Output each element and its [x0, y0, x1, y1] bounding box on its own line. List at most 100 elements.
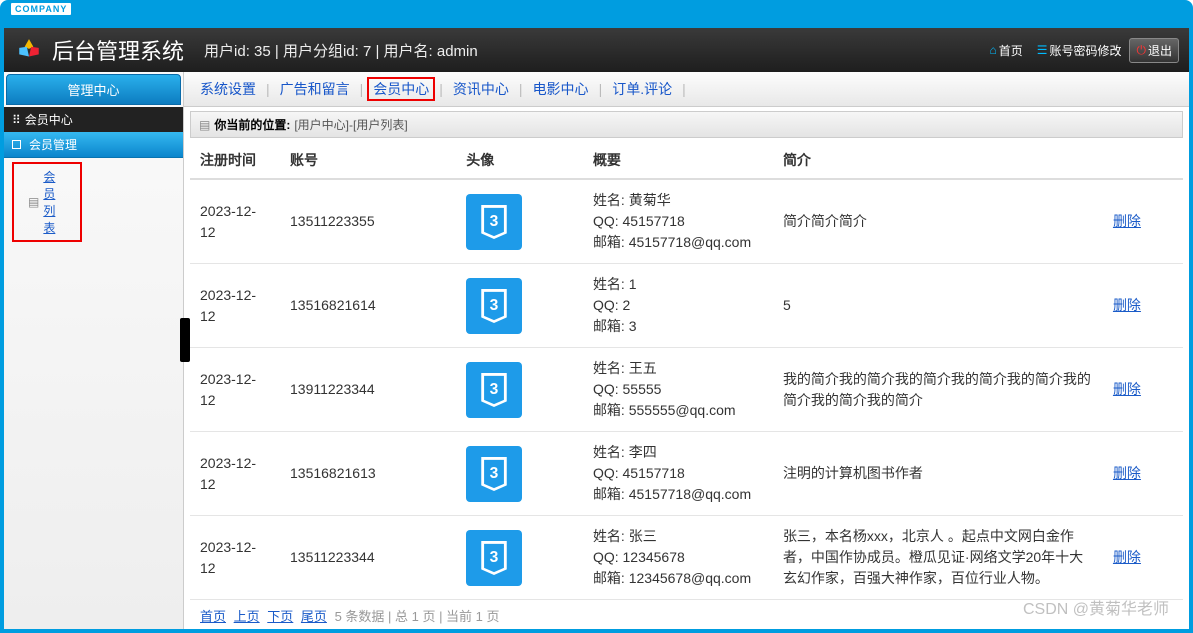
cell-account: 13516821614: [280, 264, 456, 348]
square-icon: [12, 140, 21, 149]
change-password-link[interactable]: ☰账号密码修改: [1031, 38, 1128, 63]
table-row: 2023-12-1213511223344 3 姓名: 张三 QQ: 1234567…: [190, 516, 1183, 600]
cell-account: 13511223344: [280, 516, 456, 600]
table-row: 2023-12-1213511223355 3 姓名: 黄菊华 QQ: 451577…: [190, 179, 1183, 264]
cell-actions: 删除: [1103, 348, 1183, 432]
table-row: 2023-12-1213516821613 3 姓名: 李四 QQ: 4515771…: [190, 432, 1183, 516]
pwd-label: 账号密码修改: [1049, 42, 1121, 59]
menubar: 系统设置 | 广告和留言 | 会员中心 | 资讯中心 | 电影中心 | 订单.评…: [184, 72, 1189, 107]
pager-last[interactable]: 尾页: [301, 609, 327, 624]
cell-actions: 删除: [1103, 264, 1183, 348]
sidebar-sub-member-mgmt[interactable]: 会员管理: [4, 132, 183, 158]
cell-avatar: 3: [456, 516, 583, 600]
menu-separator: |: [266, 81, 270, 97]
company-tag: COMPANY: [10, 2, 72, 16]
menu-separator: |: [519, 81, 523, 97]
table-header: 头像: [456, 142, 583, 179]
delete-link[interactable]: 删除: [1113, 381, 1141, 397]
sidebar-item-member-list[interactable]: ▤ 会员列表: [12, 162, 82, 242]
svg-text:3: 3: [490, 549, 499, 566]
sidebar: 管理中心 ⠿ 会员中心 会员管理 ▤ 会员列表: [4, 72, 184, 629]
cell-avatar: 3: [456, 432, 583, 516]
cell-date: 2023-12-12: [190, 516, 280, 600]
menu-item-1[interactable]: 广告和留言: [274, 77, 356, 101]
sidebar-item-label: 会员列表: [43, 168, 66, 236]
sidebar-tab[interactable]: 管理中心: [6, 74, 181, 105]
grid-icon: ⠿: [12, 113, 19, 127]
cell-avatar: 3: [456, 264, 583, 348]
delete-link[interactable]: 删除: [1113, 213, 1141, 229]
cell-date: 2023-12-12: [190, 432, 280, 516]
sidebar-group-label: 会员中心: [25, 111, 73, 128]
menu-item-0[interactable]: 系统设置: [194, 77, 262, 101]
list-icon: ☰: [1037, 43, 1048, 57]
table-row: 2023-12-1213911223344 3 姓名: 王五 QQ: 55555 邮…: [190, 348, 1183, 432]
cell-actions: 删除: [1103, 432, 1183, 516]
menu-separator: |: [360, 81, 364, 97]
cell-intro: 5: [773, 264, 1103, 348]
app-title: 后台管理系统: [52, 34, 184, 66]
menu-item-3[interactable]: 资讯中心: [447, 77, 515, 101]
table-header: 账号: [280, 142, 456, 179]
cell-actions: 删除: [1103, 516, 1183, 600]
menu-item-2[interactable]: 会员中心: [367, 77, 435, 101]
menu-separator: |: [599, 81, 603, 97]
cell-actions: 删除: [1103, 179, 1183, 264]
cell-account: 13516821613: [280, 432, 456, 516]
pager: 首页 上页 下页 尾页 5 条数据 | 总 1 页 | 当前 1 页: [190, 600, 1183, 629]
table-header: 简介: [773, 142, 1103, 179]
menu-item-4[interactable]: 电影中心: [527, 77, 595, 101]
cell-account: 13511223355: [280, 179, 456, 264]
svg-text:3: 3: [490, 213, 499, 230]
pager-info: 5 条数据 | 总 1 页 | 当前 1 页: [335, 609, 500, 624]
cell-date: 2023-12-12: [190, 348, 280, 432]
cell-summary: 姓名: 张三 QQ: 12345678 邮箱: 12345678@qq.com: [583, 516, 773, 600]
home-label: 首页: [999, 42, 1023, 59]
home-icon: ⌂: [989, 43, 996, 57]
header: 后台管理系统 用户id: 35 | 用户分组id: 7 | 用户名: admin…: [4, 28, 1189, 72]
cell-summary: 姓名: 黄菊华 QQ: 45157718 邮箱: 45157718@qq.com: [583, 179, 773, 264]
avatar-icon: 3: [466, 446, 522, 502]
cell-summary: 姓名: 李四 QQ: 45157718 邮箱: 45157718@qq.com: [583, 432, 773, 516]
menu-item-5[interactable]: 订单.评论: [606, 77, 678, 101]
delete-link[interactable]: 删除: [1113, 549, 1141, 565]
table-header: 概要: [583, 142, 773, 179]
logo-icon: [14, 35, 44, 65]
doc-icon: ▤: [28, 195, 39, 209]
delete-link[interactable]: 删除: [1113, 465, 1141, 481]
pager-next[interactable]: 下页: [267, 609, 293, 624]
cell-intro: 注明的计算机图书作者: [773, 432, 1103, 516]
breadcrumb-path: [用户中心]-[用户列表]: [294, 116, 407, 133]
breadcrumb: ▤ 你当前的位置: [用户中心]-[用户列表]: [190, 111, 1183, 138]
header-user-info: 用户id: 35 | 用户分组id: 7 | 用户名: admin: [204, 40, 478, 61]
cell-date: 2023-12-12: [190, 264, 280, 348]
pager-prev[interactable]: 上页: [234, 609, 260, 624]
table-header: 注册时间: [190, 142, 280, 179]
doc-icon: ▤: [199, 118, 210, 132]
delete-link[interactable]: 删除: [1113, 297, 1141, 313]
exit-label: 退出: [1148, 42, 1172, 59]
cell-intro: 简介简介简介: [773, 179, 1103, 264]
menu-separator: |: [682, 81, 686, 97]
cell-summary: 姓名: 1 QQ: 2 邮箱: 3: [583, 264, 773, 348]
svg-text:3: 3: [490, 297, 499, 314]
svg-text:3: 3: [490, 465, 499, 482]
cell-date: 2023-12-12: [190, 179, 280, 264]
breadcrumb-label: 你当前的位置:: [214, 116, 290, 133]
avatar-icon: 3: [466, 362, 522, 418]
table-row: 2023-12-1213516821614 3 姓名: 1 QQ: 2 邮箱: 35…: [190, 264, 1183, 348]
cell-intro: 张三，本名杨xxx，北京人 。起点中文网白金作者，中国作协成员。橙瓜见证·网络文…: [773, 516, 1103, 600]
scroll-handle[interactable]: [180, 318, 190, 362]
sidebar-group-members[interactable]: ⠿ 会员中心: [4, 107, 183, 132]
pager-first[interactable]: 首页: [200, 609, 226, 624]
avatar-icon: 3: [466, 278, 522, 334]
svg-text:3: 3: [490, 381, 499, 398]
cell-account: 13911223344: [280, 348, 456, 432]
power-icon: ⏻: [1136, 43, 1146, 58]
menu-separator: |: [439, 81, 443, 97]
home-link[interactable]: ⌂首页: [983, 38, 1028, 63]
sidebar-sub-label: 会员管理: [29, 136, 77, 153]
logout-button[interactable]: ⏻退出: [1129, 38, 1179, 63]
cell-summary: 姓名: 王五 QQ: 55555 邮箱: 555555@qq.com: [583, 348, 773, 432]
cell-avatar: 3: [456, 348, 583, 432]
